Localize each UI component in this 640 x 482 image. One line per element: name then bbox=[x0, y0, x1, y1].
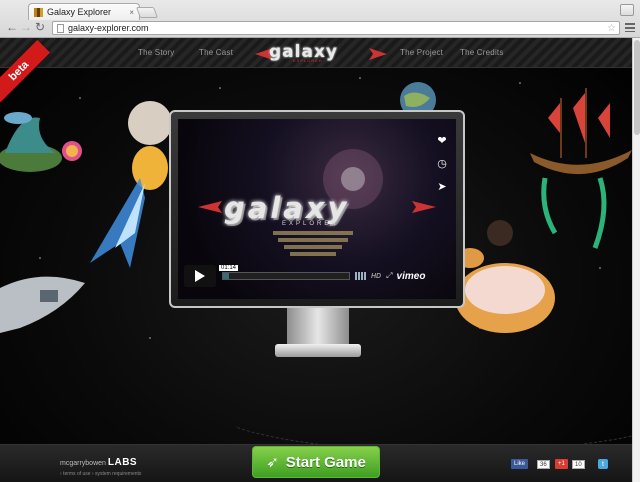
facebook-like-count: 36 bbox=[535, 459, 550, 469]
nav-the-credits[interactable]: The Credits bbox=[460, 48, 504, 57]
hd-toggle[interactable]: HD bbox=[371, 273, 381, 280]
fullscreen-icon[interactable]: ⤢ bbox=[386, 271, 392, 281]
reload-button[interactable]: ↻ bbox=[35, 21, 45, 34]
forward-button[interactable]: → bbox=[20, 21, 32, 34]
send-icon[interactable]: ➤ bbox=[434, 179, 450, 195]
play-icon bbox=[195, 270, 205, 282]
favicon-icon bbox=[34, 7, 43, 17]
google-plus-count-value: 10 bbox=[572, 459, 585, 469]
site-footer: mcgarrybowen LABS › terms of use › syste… bbox=[0, 444, 632, 482]
google-plus-button[interactable]: +1 bbox=[555, 459, 568, 469]
page-icon bbox=[57, 23, 64, 33]
heart-icon[interactable]: ❤ bbox=[434, 133, 450, 149]
volume-icon[interactable] bbox=[355, 272, 367, 280]
orbit-path bbox=[210, 362, 640, 452]
new-tab-button[interactable] bbox=[135, 7, 159, 18]
twitter-button[interactable]: t bbox=[598, 459, 608, 469]
video-title: galaxy bbox=[224, 191, 350, 225]
tab-title: Galaxy Explorer bbox=[47, 7, 112, 17]
start-game-label: Start Game bbox=[285, 453, 366, 471]
clock-icon[interactable]: ◷ bbox=[434, 156, 450, 172]
site-logo[interactable]: galaxy EXPLORER bbox=[255, 41, 387, 65]
labs-prefix: mcgarrybowen bbox=[60, 460, 106, 467]
timecode: 01:14 bbox=[219, 265, 239, 271]
page-scrollbar[interactable] bbox=[632, 38, 640, 482]
start-game-button[interactable]: ➶ Start Game bbox=[252, 446, 380, 478]
play-button[interactable] bbox=[184, 265, 216, 287]
monitor-frame: galaxy EXPLORER ❤ ◷ ➤ 01:14 HD ⤢ vimeo bbox=[169, 110, 465, 308]
bookmark-star-icon[interactable]: ☆ bbox=[607, 23, 616, 34]
facebook-like-label: Like bbox=[514, 461, 526, 467]
url-text: galaxy-explorer.com bbox=[68, 23, 149, 33]
menu-icon[interactable] bbox=[625, 23, 635, 32]
video-player[interactable]: galaxy EXPLORER ❤ ◷ ➤ 01:14 HD ⤢ vimeo bbox=[178, 119, 456, 299]
address-bar[interactable]: galaxy-explorer.com ☆ bbox=[52, 21, 620, 35]
facebook-count-value: 36 bbox=[537, 459, 550, 469]
vimeo-logo[interactable]: vimeo bbox=[397, 271, 426, 282]
nav-the-cast[interactable]: The Cast bbox=[199, 48, 233, 57]
monitor-base bbox=[275, 344, 361, 357]
logo-subtitle: EXPLORER bbox=[293, 58, 323, 63]
scrollbar-thumb[interactable] bbox=[634, 40, 640, 135]
google-plus-count: 10 bbox=[570, 459, 585, 469]
rocket-icon: ➶ bbox=[266, 454, 279, 471]
site-header: The Story The Cast galaxy EXPLORER The P… bbox=[0, 38, 640, 68]
progress-fill bbox=[223, 273, 230, 279]
monitor-stand bbox=[287, 308, 349, 348]
video-subtitle: EXPLORER bbox=[282, 221, 339, 227]
browser-chrome: Galaxy Explorer × ← → ↻ galaxy-explorer.… bbox=[0, 0, 640, 38]
tab-close-icon[interactable]: × bbox=[129, 8, 134, 17]
nav-the-project[interactable]: The Project bbox=[400, 48, 443, 57]
footer-links[interactable]: › terms of use › system requirements bbox=[60, 471, 141, 477]
google-plus-label: +1 bbox=[558, 461, 565, 467]
nav-the-story[interactable]: The Story bbox=[138, 48, 174, 57]
twitter-icon: t bbox=[602, 460, 604, 468]
video-side-actions: ❤ ◷ ➤ bbox=[434, 133, 450, 195]
page-content: The Story The Cast galaxy EXPLORER The P… bbox=[0, 38, 640, 482]
browser-tab[interactable]: Galaxy Explorer × bbox=[28, 3, 140, 20]
window-control-icon[interactable] bbox=[620, 4, 634, 16]
progress-bar[interactable]: 01:14 bbox=[219, 265, 350, 280]
facebook-like-button[interactable]: Like bbox=[511, 459, 529, 469]
labs-logo[interactable]: mcgarrybowen LABS bbox=[60, 457, 137, 468]
back-button[interactable]: ← bbox=[6, 21, 18, 34]
labs-name: LABS bbox=[107, 457, 138, 468]
player-controls: 01:14 HD ⤢ vimeo bbox=[184, 265, 450, 287]
